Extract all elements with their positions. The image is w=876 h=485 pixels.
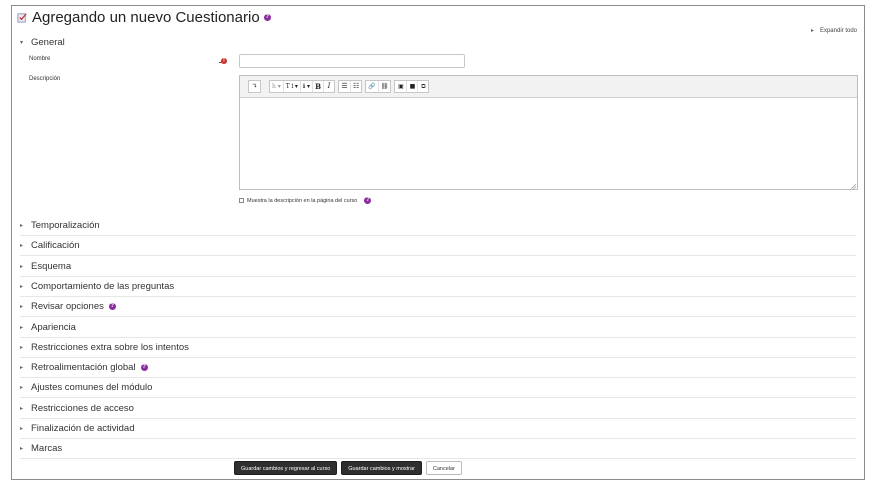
section-divider — [20, 337, 856, 338]
link-icon[interactable]: 🔗 — [366, 81, 377, 92]
section-label: Ajustes comunes del módulo — [31, 382, 153, 393]
unlink-icon[interactable]: ⛓ — [377, 81, 391, 92]
description-editor[interactable]: ↴ h ▾ T↕▾ ℹ ▾ B I ☰ ☷ 🔗 ⛓ ▣ ■ ⧉ — [239, 75, 858, 190]
section-label: Restricciones extra sobre los intentos — [31, 342, 189, 353]
name-label: Nombre — [29, 56, 51, 62]
manage-files-icon[interactable]: ⧉ — [417, 81, 428, 92]
page-header: Agregando un nuevo Cuestionario ? — [17, 9, 271, 26]
cancel-button[interactable]: Cancelar — [425, 461, 462, 475]
bold-icon[interactable]: B — [312, 81, 323, 92]
section-header[interactable]: ▸ Calificación — [20, 240, 80, 251]
section-header[interactable]: ▸ Restricciones de acceso — [20, 403, 134, 414]
section-header[interactable]: ▸ Finalización de actividad — [20, 423, 135, 434]
form-actions: Guardar cambios y regresar al curso Guar… — [234, 461, 462, 475]
section-label: Finalización de actividad — [31, 423, 135, 434]
description-label: Descripción — [29, 76, 61, 82]
paragraph-styles-icon[interactable]: h ▾ — [270, 81, 283, 92]
section-header[interactable]: ▸ Marcas — [20, 443, 62, 454]
italic-icon[interactable]: I — [323, 81, 334, 92]
bullet-list-icon[interactable]: ☰ — [339, 81, 350, 92]
caret-right-icon: ▸ — [20, 264, 24, 270]
section-header[interactable]: ▸ Ajustes comunes del módulo — [20, 382, 152, 393]
section-divider — [20, 438, 856, 439]
media-icon[interactable]: ■ — [406, 81, 417, 92]
section-header[interactable]: ▸ Restricciones extra sobre los intentos — [20, 342, 189, 353]
show-description-option: Muestra la descripción en la página del … — [239, 197, 372, 204]
section-divider — [20, 357, 856, 358]
save-and-return-button[interactable]: Guardar cambios y regresar al curso — [234, 461, 338, 475]
caret-right-icon: ▸ — [20, 243, 24, 249]
section-label: Comportamiento de las preguntas — [31, 281, 175, 292]
help-icon[interactable]: ? — [263, 14, 271, 21]
caret-right-icon: ▸ — [810, 28, 814, 34]
section-divider — [20, 377, 856, 378]
section-divider — [20, 316, 856, 317]
section-divider — [20, 296, 856, 297]
section-header[interactable]: ▸ Esquema — [20, 261, 71, 272]
section-label: General — [31, 37, 65, 48]
section-label: Marcas — [31, 443, 63, 454]
expand-all-label: Expandir todo — [819, 27, 857, 34]
caret-right-icon: ▸ — [20, 365, 24, 371]
quiz-icon — [17, 13, 27, 23]
name-input[interactable] — [239, 54, 465, 68]
caret-right-icon: ▸ — [20, 426, 24, 432]
resize-grip-icon[interactable] — [850, 183, 856, 189]
section-divider — [20, 458, 856, 459]
caret-right-icon: ▸ — [20, 345, 24, 351]
section-header[interactable]: ▸ Comportamiento de las preguntas — [20, 281, 174, 292]
section-label: Calificación — [31, 240, 80, 251]
show-description-checkbox[interactable] — [239, 198, 244, 203]
section-divider — [20, 276, 856, 277]
save-and-display-button[interactable]: Guardar cambios y mostrar — [341, 461, 422, 475]
show-description-label: Muestra la descripción en la página del … — [247, 197, 358, 204]
caret-right-icon: ▸ — [20, 325, 24, 331]
section-header[interactable]: ▸ Temporalización — [20, 220, 100, 231]
help-icon[interactable]: ? — [108, 303, 116, 310]
section-label: Retroalimentación global — [31, 362, 136, 373]
font-size-icon[interactable]: T↕▾ — [282, 81, 300, 92]
help-icon[interactable]: ? — [140, 364, 148, 371]
expand-all-link[interactable]: ▸ Expandir todo — [810, 27, 857, 35]
info-icon[interactable]: ℹ ▾ — [299, 81, 312, 92]
section-header[interactable]: ▸ Apariencia — [20, 322, 76, 333]
section-label: Restricciones de acceso — [31, 403, 134, 414]
section-header[interactable]: ▸ Revisar opciones? — [20, 301, 116, 312]
help-icon[interactable]: ? — [364, 197, 372, 204]
section-general-header[interactable]: ▾ General — [20, 37, 65, 48]
caret-down-icon: ▾ — [20, 40, 24, 46]
section-label: Esquema — [31, 261, 72, 272]
quiz-settings-form: Agregando un nuevo Cuestionario ? ▸ Expa… — [11, 5, 865, 480]
page-title: Agregando un nuevo Cuestionario — [32, 9, 260, 26]
caret-right-icon: ▸ — [20, 304, 24, 310]
section-label: Revisar opciones — [31, 301, 104, 312]
caret-right-icon: ▸ — [20, 385, 24, 391]
caret-right-icon: ▸ — [20, 446, 24, 452]
caret-right-icon: ▸ — [20, 284, 24, 290]
caret-right-icon: ▸ — [20, 406, 24, 412]
required-icon: ! — [219, 58, 227, 65]
undo-icon[interactable]: ↴ — [249, 81, 260, 92]
section-label: Apariencia — [31, 322, 76, 333]
section-label: Temporalización — [31, 220, 100, 231]
image-icon[interactable]: ▣ — [395, 81, 406, 92]
section-header[interactable]: ▸ Retroalimentación global? — [20, 362, 148, 373]
editor-content-area[interactable] — [240, 98, 857, 190]
section-divider — [20, 418, 856, 419]
section-divider — [20, 255, 856, 256]
section-divider — [20, 397, 856, 398]
numbered-list-icon[interactable]: ☷ — [350, 81, 361, 92]
section-divider — [20, 235, 856, 236]
caret-right-icon: ▸ — [20, 223, 24, 229]
editor-toolbar: ↴ h ▾ T↕▾ ℹ ▾ B I ☰ ☷ 🔗 ⛓ ▣ ■ ⧉ — [240, 76, 857, 98]
